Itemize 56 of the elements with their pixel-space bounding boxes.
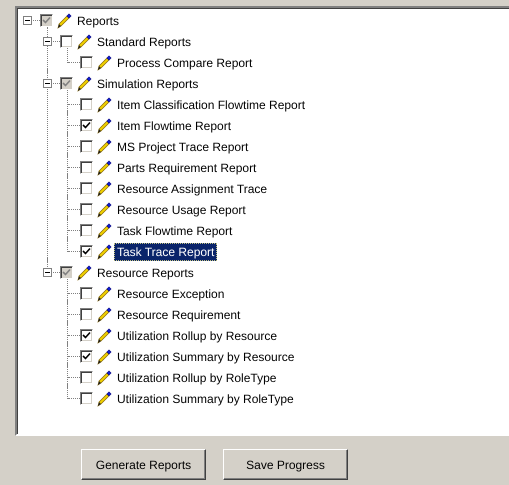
- pen-icon: [96, 306, 112, 322]
- pen-icon: [96, 390, 112, 406]
- tree-item-label[interactable]: Utilization Summary by Resource: [114, 348, 298, 366]
- pen-icon: [96, 160, 112, 176]
- pen-icon: [96, 348, 112, 364]
- tree-item-label[interactable]: Item Flowtime Report: [114, 116, 234, 134]
- checkbox[interactable]: [80, 371, 93, 384]
- pen-icon: [96, 286, 112, 302]
- tree-item-label[interactable]: Simulation Reports: [94, 74, 202, 92]
- tree-item-label[interactable]: Utilization Rollup by Resource: [114, 326, 280, 344]
- pen-icon: [76, 264, 92, 280]
- pen-icon: [56, 12, 72, 28]
- tree-item-label[interactable]: Utilization Rollup by RoleType: [114, 368, 280, 386]
- pen-icon: [96, 328, 112, 344]
- action-button[interactable]: Generate Reports: [81, 449, 206, 480]
- checkbox[interactable]: [80, 98, 93, 111]
- pen-icon: [96, 180, 112, 196]
- collapse-icon[interactable]: [43, 268, 52, 277]
- collapse-icon[interactable]: [43, 79, 52, 88]
- tree-item-label[interactable]: Resource Requirement: [114, 306, 244, 324]
- tree-item-label[interactable]: Task Flowtime Report: [114, 222, 236, 240]
- pen-icon: [96, 202, 112, 218]
- tree-item-label[interactable]: Utilization Summary by RoleType: [114, 390, 297, 408]
- checkbox[interactable]: [80, 224, 93, 237]
- collapse-icon[interactable]: [23, 16, 32, 25]
- tree-item-label[interactable]: Resource Reports: [94, 264, 197, 282]
- checkbox[interactable]: [80, 56, 93, 69]
- checkbox[interactable]: [80, 161, 93, 174]
- pen-icon: [76, 34, 92, 50]
- tree-item-label[interactable]: Resource Exception: [114, 284, 228, 302]
- pen-icon: [96, 370, 112, 386]
- checkbox[interactable]: [80, 287, 93, 300]
- tree-item-label[interactable]: Reports: [74, 12, 122, 30]
- pen-icon: [96, 96, 112, 112]
- action-button[interactable]: Save Progress: [223, 449, 348, 480]
- pen-icon: [96, 222, 112, 238]
- collapse-icon[interactable]: [43, 37, 52, 46]
- pen-icon: [96, 244, 112, 260]
- checkbox[interactable]: [80, 140, 93, 153]
- tree-item-label[interactable]: Resource Usage Report: [114, 200, 249, 218]
- tree-item-label[interactable]: MS Project Trace Report: [114, 138, 252, 156]
- tree-item-label[interactable]: Parts Requirement Report: [114, 158, 260, 176]
- checkbox[interactable]: [80, 308, 93, 321]
- tree-item-label[interactable]: Process Compare Report: [114, 54, 256, 72]
- checkbox[interactable]: [60, 35, 73, 48]
- checkbox[interactable]: [80, 392, 93, 405]
- tree-item-label[interactable]: Item Classification Flowtime Report: [114, 96, 308, 114]
- pen-icon: [76, 76, 92, 92]
- pen-icon: [96, 118, 112, 134]
- pen-icon: [96, 138, 112, 154]
- checkbox[interactable]: [80, 203, 93, 216]
- tree-item-label[interactable]: Task Trace Report: [114, 242, 218, 260]
- tree-item-label[interactable]: Standard Reports: [94, 32, 194, 50]
- pen-icon: [96, 54, 112, 70]
- tree-item-label[interactable]: Resource Assignment Trace: [114, 180, 270, 198]
- checkbox[interactable]: [80, 182, 93, 195]
